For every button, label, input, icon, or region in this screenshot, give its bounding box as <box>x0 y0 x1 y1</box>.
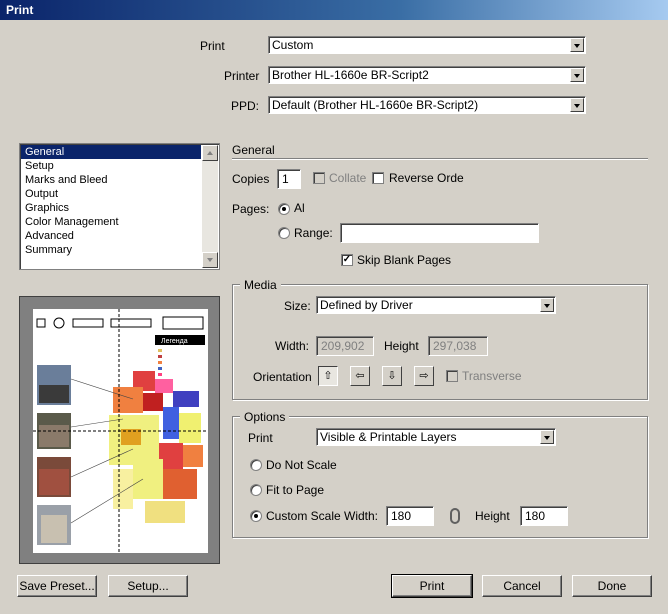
print-preset-select[interactable]: Custom <box>268 36 586 54</box>
sidebar-item-output[interactable]: Output <box>21 187 201 201</box>
section-divider <box>232 158 648 160</box>
reverse-portrait-orientation-icon[interactable]: ⇩ <box>382 366 402 386</box>
print-layers-value: Visible & Printable Layers <box>320 430 457 444</box>
print-button[interactable]: Print <box>391 574 473 598</box>
sidebar-item-marks-and-bleed[interactable]: Marks and Bleed <box>21 173 201 187</box>
chevron-down-icon[interactable] <box>540 430 554 444</box>
media-width-label: Width: <box>275 339 310 353</box>
print-preset-label: Print <box>200 39 225 53</box>
ppd-label: PPD: <box>231 99 260 113</box>
done-button[interactable]: Done <box>572 575 652 597</box>
pages-range-radio[interactable] <box>278 227 290 239</box>
cancel-button[interactable]: Cancel <box>482 575 562 597</box>
do-not-scale-label: Do Not Scale <box>266 458 337 472</box>
chevron-down-icon[interactable] <box>570 98 584 112</box>
collate-label: Collate <box>329 171 367 185</box>
chevron-down-icon[interactable] <box>540 298 554 312</box>
media-section-title: Media <box>240 278 281 292</box>
scale-width-input[interactable]: 180 <box>386 506 434 526</box>
landscape-orientation-icon[interactable]: ⇦ <box>350 366 370 386</box>
fit-to-page-label: Fit to Page <box>266 483 325 497</box>
orientation-label: Orientation <box>253 370 312 384</box>
pages-range-input[interactable] <box>340 223 539 243</box>
save-preset-button[interactable]: Save Preset... <box>17 575 97 597</box>
media-height-label: Height <box>384 339 419 353</box>
general-section-title: General <box>232 143 275 157</box>
window-title: Print <box>0 0 668 20</box>
skip-blank-pages-label: Skip Blank Pages <box>357 253 452 267</box>
reverse-order-checkbox[interactable] <box>372 172 384 184</box>
media-size-value: Defined by Driver <box>320 298 413 312</box>
list-scrollbar[interactable] <box>202 145 218 268</box>
sidebar-item-graphics[interactable]: Graphics <box>21 201 201 215</box>
custom-scale-label: Custom Scale <box>266 509 341 523</box>
copies-label: Copies <box>232 172 270 186</box>
sidebar-item-summary[interactable]: Summary <box>21 243 201 257</box>
printer-value: Brother HL-1660e BR-Script2 <box>272 68 429 82</box>
pages-all-radio[interactable] <box>278 203 290 215</box>
transverse-label: Transverse <box>462 369 522 383</box>
scale-height-input[interactable]: 180 <box>520 506 568 526</box>
media-size-label: Size: <box>284 299 311 313</box>
printer-label: Printer <box>224 69 260 83</box>
setup-button[interactable]: Setup... <box>108 575 188 597</box>
media-width-input[interactable]: 209,902 <box>316 336 374 356</box>
printer-select[interactable]: Brother HL-1660e BR-Script2 <box>268 66 586 84</box>
media-size-select[interactable]: Defined by Driver <box>316 296 556 314</box>
transverse-checkbox[interactable] <box>446 370 458 382</box>
media-height-input[interactable]: 297,038 <box>428 336 488 356</box>
skip-blank-pages-checkbox[interactable]: ✓ <box>341 254 353 266</box>
options-print-label: Print <box>248 431 273 445</box>
options-section-title: Options <box>240 410 290 424</box>
copies-input[interactable]: 1 <box>277 169 301 189</box>
pages-range-label: Range: <box>294 226 333 240</box>
print-preset-value: Custom <box>272 38 314 52</box>
category-list[interactable]: General Setup Marks and Bleed Output Gra… <box>19 143 220 270</box>
pages-all-label: Al <box>294 201 305 215</box>
preview-map-image: Легенда <box>33 309 208 553</box>
pages-label: Pages: <box>232 202 270 216</box>
print-preview-pane: Легенда <box>19 296 220 564</box>
chevron-down-icon[interactable] <box>570 68 584 82</box>
preview-page: Легенда <box>33 309 208 553</box>
fit-to-page-radio[interactable] <box>250 484 262 496</box>
sidebar-item-setup[interactable]: Setup <box>21 159 201 173</box>
scale-height-label: Height <box>475 509 510 523</box>
sidebar-item-advanced[interactable]: Advanced <box>21 229 201 243</box>
ppd-select[interactable]: Default (Brother HL-1660e BR-Script2) <box>268 96 586 114</box>
reverse-landscape-orientation-icon[interactable]: ⇨ <box>414 366 434 386</box>
reverse-order-label: Reverse Orde <box>389 171 464 185</box>
custom-scale-radio[interactable] <box>250 510 262 522</box>
do-not-scale-radio[interactable] <box>250 459 262 471</box>
collate-checkbox[interactable] <box>313 172 325 184</box>
portrait-orientation-icon[interactable]: ⇧ <box>318 366 338 386</box>
link-chain-icon[interactable] <box>450 508 460 524</box>
preview-legend-title: Легенда <box>161 338 188 345</box>
ppd-value: Default (Brother HL-1660e BR-Script2) <box>272 98 479 112</box>
sidebar-item-color-management[interactable]: Color Management <box>21 215 201 229</box>
print-layers-select[interactable]: Visible & Printable Layers <box>316 428 556 446</box>
scroll-up-icon[interactable] <box>202 145 218 161</box>
scroll-down-icon[interactable] <box>202 252 218 268</box>
scale-width-label: Width: <box>344 509 379 523</box>
sidebar-item-general[interactable]: General <box>21 145 201 159</box>
chevron-down-icon[interactable] <box>570 38 584 52</box>
